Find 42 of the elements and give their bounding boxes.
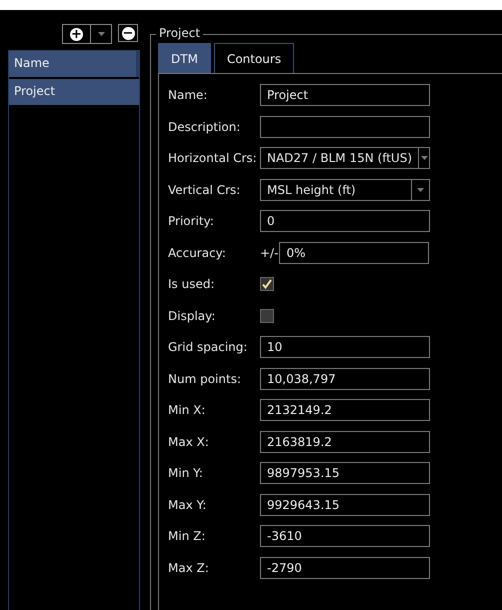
- field-label: Display:: [168, 308, 216, 323]
- field-label: Is used:: [168, 277, 216, 292]
- field-label: Grid spacing:: [168, 340, 248, 354]
- field-label: Max Z:: [168, 560, 210, 575]
- field-label: Num points:: [168, 372, 242, 386]
- tab[interactable]: Contours: [214, 43, 294, 73]
- caret-icon: [98, 32, 104, 36]
- input-field[interactable]: -2790: [260, 556, 430, 579]
- field-label: Horizontal Crs:: [168, 151, 258, 166]
- input-field[interactable]: Project: [260, 84, 430, 106]
- remove-button[interactable]: −: [118, 24, 138, 42]
- input-field[interactable]: 0%: [279, 242, 430, 264]
- group-title: Project: [156, 26, 204, 40]
- input-field[interactable]: 10,038,797: [260, 368, 430, 390]
- field-label: Vertical Crs:: [168, 182, 242, 197]
- dropdown-field[interactable]: MSL height (ft): [260, 178, 430, 201]
- input-field[interactable]: -3610: [260, 525, 430, 548]
- field-label: Accuracy:: [168, 246, 227, 260]
- prefix-label: +/-: [260, 246, 278, 260]
- dropdown-field[interactable]: NAD27 / BLM 15N (ftUS): [260, 147, 430, 170]
- input-field[interactable]: 9929643.15: [260, 494, 430, 516]
- field-label: Min X:: [168, 403, 206, 418]
- field-label: Max Y:: [168, 498, 208, 512]
- caret-icon: [420, 156, 428, 160]
- field-label: Priority:: [168, 214, 215, 228]
- field-label: Description:: [168, 120, 242, 134]
- list-item[interactable]: Project: [9, 79, 139, 105]
- field-label: Name:: [168, 88, 208, 102]
- checkbox[interactable]: [260, 277, 274, 292]
- input-field[interactable]: 10: [260, 336, 430, 358]
- field-label: Max X:: [168, 434, 210, 449]
- field-label: Min Y:: [168, 466, 204, 480]
- column-header[interactable]: Name: [9, 51, 139, 77]
- input-field[interactable]: 0: [260, 210, 430, 232]
- field-label: Min Z:: [168, 529, 206, 544]
- input-field[interactable]: 9897953.15: [260, 462, 430, 484]
- input-field[interactable]: 2132149.2: [260, 399, 430, 422]
- checkbox[interactable]: [260, 308, 274, 323]
- caret-icon: [417, 188, 424, 192]
- input-field[interactable]: 2163819.2: [260, 430, 430, 453]
- tab[interactable]: DTM: [158, 43, 211, 73]
- input-field[interactable]: [260, 116, 430, 138]
